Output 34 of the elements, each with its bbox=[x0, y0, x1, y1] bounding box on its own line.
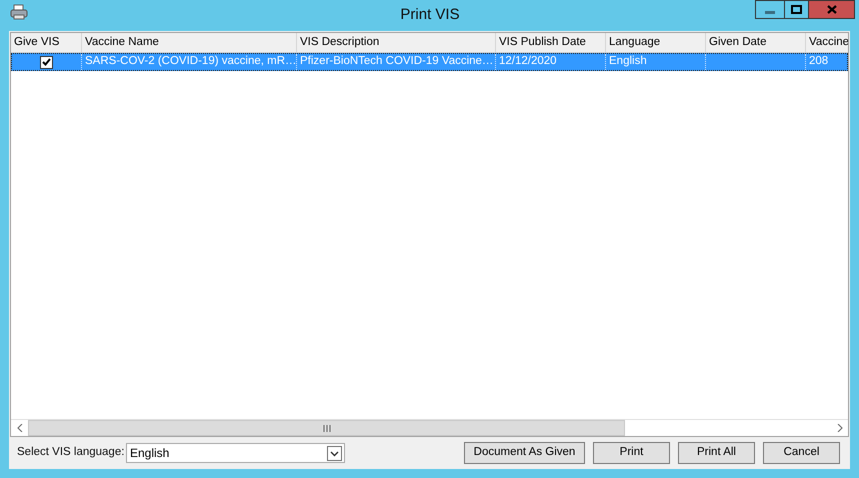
column-header[interactable]: Given Date bbox=[706, 33, 806, 53]
window-title: Print VIS bbox=[399, 5, 461, 25]
chevron-right-icon bbox=[836, 424, 842, 432]
column-header[interactable]: VIS Description bbox=[297, 33, 496, 53]
maximize-icon bbox=[791, 5, 802, 14]
table-cell: Pfizer-BioNTech COVID-19 Vaccine… bbox=[297, 54, 496, 70]
grip-icon bbox=[322, 424, 330, 432]
minimize-icon bbox=[765, 11, 775, 14]
dialog-button[interactable]: Print All bbox=[678, 442, 755, 464]
table-cell: English bbox=[606, 54, 706, 70]
close-button[interactable] bbox=[808, 0, 855, 19]
chevron-left-icon bbox=[16, 424, 22, 432]
maximize-button[interactable] bbox=[784, 0, 809, 19]
dropdown-caret-icon[interactable] bbox=[327, 446, 342, 460]
minimize-button[interactable] bbox=[755, 0, 785, 19]
table-cell: 208 bbox=[806, 54, 848, 70]
column-header[interactable]: VIS Publish Date bbox=[496, 33, 606, 53]
dialog-button[interactable]: Print bbox=[593, 442, 670, 464]
dialog-button[interactable]: Document As Given bbox=[464, 442, 585, 464]
printer-icon bbox=[10, 4, 28, 20]
field-label: Select VIS language: bbox=[17, 445, 126, 460]
column-header[interactable]: Language bbox=[606, 33, 706, 53]
scroll-right-button[interactable] bbox=[831, 420, 848, 436]
checkbox[interactable] bbox=[40, 56, 53, 68]
column-header[interactable]: Vaccine Name bbox=[82, 33, 297, 53]
table-cell: SARS-COV-2 (COVID-19) vaccine, mR… bbox=[82, 54, 297, 70]
column-header[interactable]: Give VIS bbox=[11, 33, 82, 53]
scrollbar-thumb[interactable] bbox=[28, 420, 625, 436]
table-cell: 12/12/2020 bbox=[496, 54, 606, 70]
language-dropdown[interactable]: English bbox=[126, 443, 345, 463]
dialog-button[interactable]: Cancel bbox=[763, 442, 840, 464]
scroll-left-button[interactable] bbox=[11, 420, 28, 436]
horizontal-scrollbar[interactable] bbox=[11, 419, 848, 436]
close-icon bbox=[826, 5, 836, 14]
